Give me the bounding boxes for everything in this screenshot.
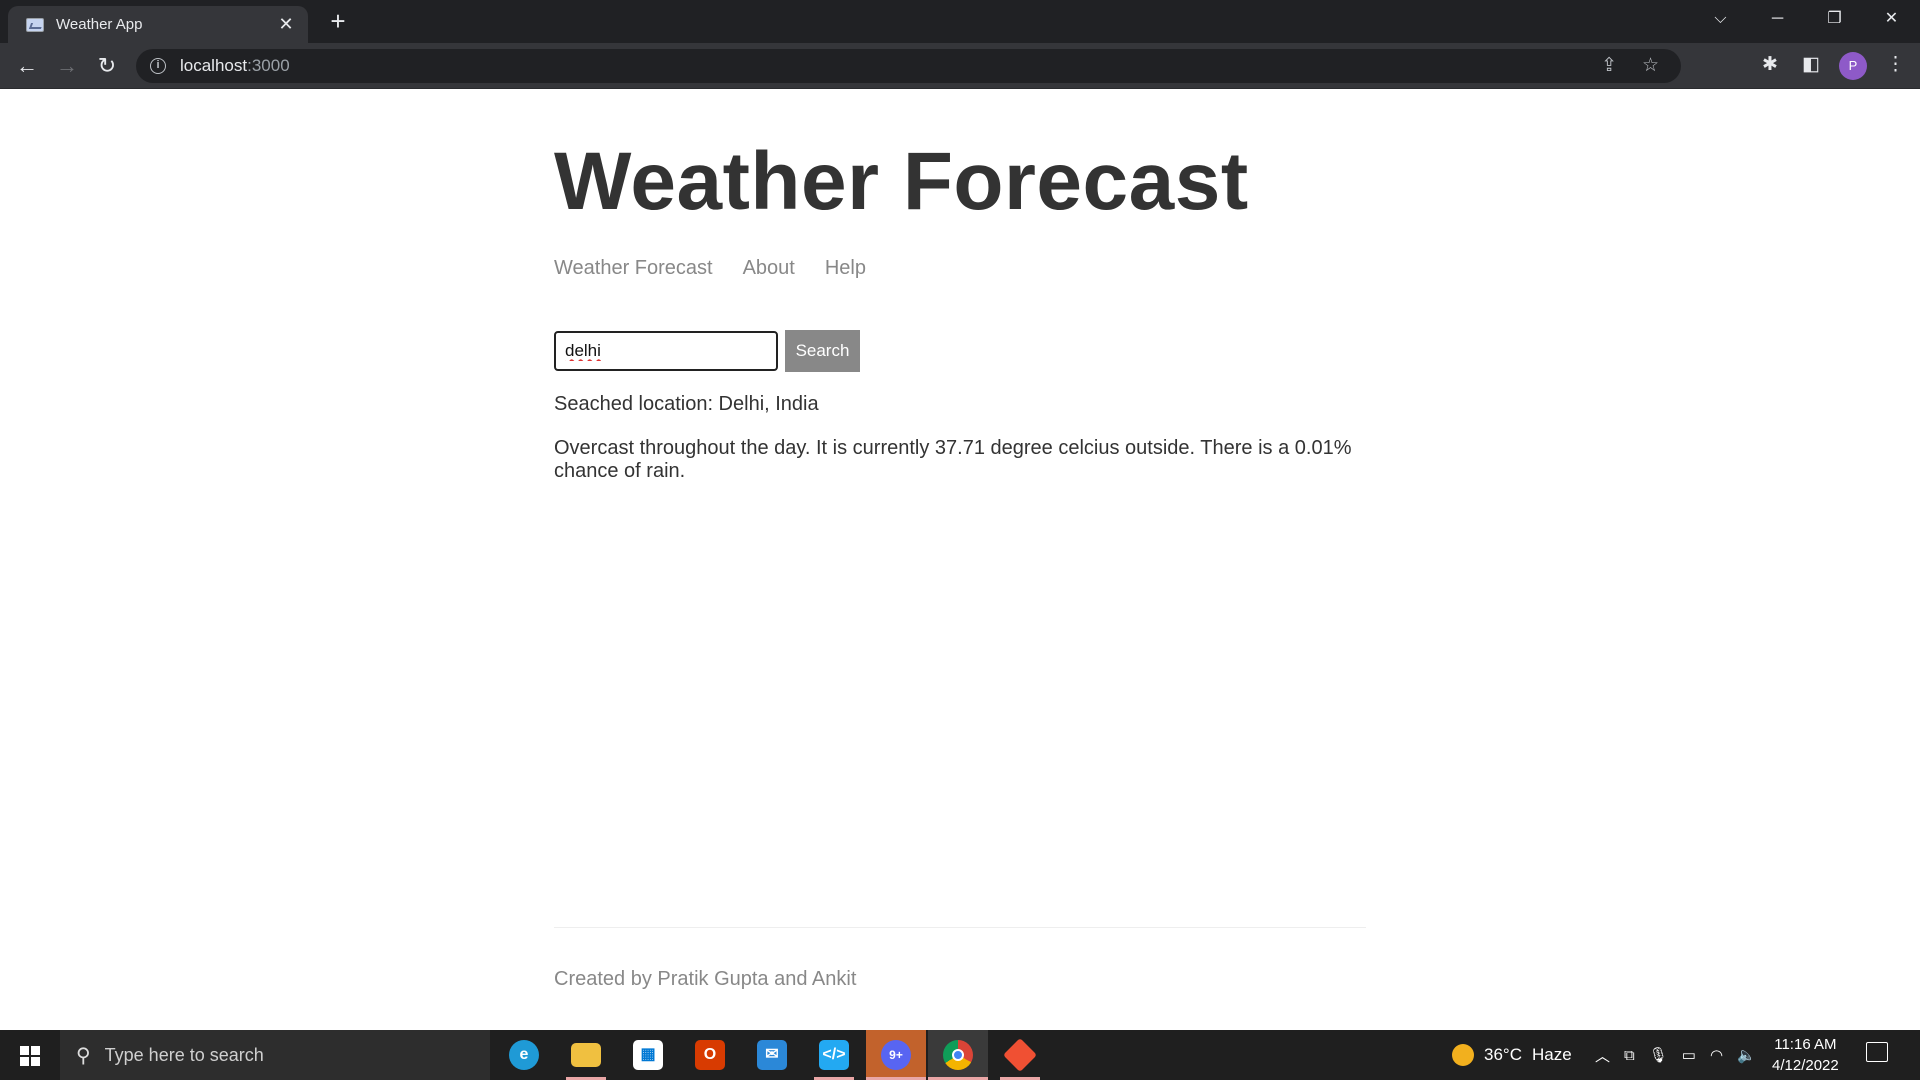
wifi-icon[interactable]: ◠ <box>1710 1046 1723 1064</box>
nav-link-about[interactable]: About <box>743 257 795 280</box>
url-port: :3000 <box>247 56 290 75</box>
microsoft-store-icon[interactable]: ▦ <box>618 1030 678 1080</box>
edge-icon[interactable]: e <box>494 1030 554 1080</box>
site-info-icon[interactable]: i <box>150 58 166 74</box>
windows-taskbar: ⚲ Type here to search e ▦ O ✉ </> 9+ 36°… <box>0 1030 1920 1080</box>
office-icon[interactable]: O <box>680 1030 740 1080</box>
clock-time: 11:16 AM <box>1774 1036 1837 1053</box>
notification-center-icon[interactable] <box>1866 1042 1888 1062</box>
tab-favicon-icon <box>26 17 44 32</box>
taskbar-search-placeholder: Type here to search <box>104 1044 264 1065</box>
weather-temperature: 36°C <box>1484 1045 1522 1064</box>
tab-search-chevron-icon[interactable]: ⌵ <box>1692 0 1749 40</box>
taskbar-clock[interactable]: 11:16 AM 4/12/2022 <box>1772 1034 1839 1076</box>
taskbar-search-box[interactable]: ⚲ Type here to search <box>60 1030 490 1080</box>
weather-condition: Haze <box>1531 1045 1572 1064</box>
clock-date: 4/12/2022 <box>1772 1057 1839 1074</box>
location-search-input[interactable] <box>554 331 778 371</box>
weather-sun-icon <box>1452 1044 1474 1066</box>
git-icon[interactable] <box>990 1030 1050 1080</box>
url-host: localhost <box>180 56 248 75</box>
forecast-text: Overcast throughout the day. It is curre… <box>554 437 1352 482</box>
weather-widget[interactable]: 36°C Haze <box>1452 1030 1572 1080</box>
browser-tab-strip: Weather App ✕ + ⌵ ─ ❐ ✕ <box>0 0 1920 43</box>
windows-logo-icon <box>20 1046 40 1066</box>
page-content: Weather Forecast Weather Forecast About … <box>554 89 1366 483</box>
microphone-icon[interactable]: 🎙 <box>1649 1046 1668 1064</box>
new-tab-button[interactable]: + <box>324 8 352 36</box>
bookmark-star-icon[interactable]: ☆ <box>1642 54 1659 77</box>
file-explorer-icon[interactable] <box>556 1030 616 1080</box>
discord-icon[interactable]: 9+ <box>866 1030 926 1080</box>
reload-icon[interactable]: ↻ <box>92 51 122 81</box>
vscode-icon[interactable]: </> <box>804 1030 864 1080</box>
start-button[interactable] <box>0 1030 60 1080</box>
searched-location-text: Seached location: Delhi, India <box>554 393 819 415</box>
side-panel-icon[interactable]: ◧ <box>1802 53 1820 76</box>
tab-close-icon[interactable]: ✕ <box>276 14 296 35</box>
site-nav: Weather Forecast About Help <box>554 257 1366 280</box>
extensions-puzzle-icon[interactable]: ✱ <box>1762 53 1778 76</box>
battery-icon[interactable]: ▭ <box>1682 1046 1696 1064</box>
address-bar[interactable]: i localhost:3000 ⇪ ☆ <box>136 49 1681 83</box>
browser-tab-weather-app[interactable]: Weather App ✕ <box>8 6 308 43</box>
more-menu-icon[interactable]: ⋮ <box>1886 53 1905 76</box>
search-icon: ⚲ <box>76 1044 91 1067</box>
chrome-icon[interactable] <box>928 1030 988 1080</box>
page-title: Weather Forecast <box>554 136 1249 227</box>
window-controls: ⌵ ─ ❐ ✕ <box>1692 0 1920 40</box>
restore-button[interactable]: ❐ <box>1806 0 1863 40</box>
show-hidden-icons-chevron-icon[interactable]: ︿ <box>1595 1045 1610 1066</box>
close-window-button[interactable]: ✕ <box>1863 0 1920 40</box>
forward-arrow-icon[interactable]: → <box>52 51 82 81</box>
tab-title: Weather App <box>56 16 143 33</box>
search-button[interactable]: Search <box>785 330 860 372</box>
footer-divider <box>554 927 1366 928</box>
back-arrow-icon[interactable]: ← <box>12 51 42 81</box>
nav-link-help[interactable]: Help <box>825 257 866 280</box>
search-form: Search <box>554 330 1366 372</box>
mail-icon[interactable]: ✉ <box>742 1030 802 1080</box>
minimize-button[interactable]: ─ <box>1749 0 1806 40</box>
system-tray: ︿ ⧉ 🎙 ▭ ◠ 🔈 <box>1595 1030 1756 1080</box>
footer-credits: Created by Pratik Gupta and Ankit <box>554 968 857 990</box>
browser-toolbar: ← → ↻ i localhost:3000 ⇪ ☆ ✱ ◧ P ⋮ <box>0 43 1920 89</box>
meet-now-icon[interactable]: ⧉ <box>1624 1047 1635 1064</box>
share-icon[interactable]: ⇪ <box>1601 54 1617 77</box>
nav-link-weather-forecast[interactable]: Weather Forecast <box>554 257 713 280</box>
profile-avatar[interactable]: P <box>1839 52 1867 80</box>
volume-icon[interactable]: 🔈 <box>1737 1046 1756 1064</box>
